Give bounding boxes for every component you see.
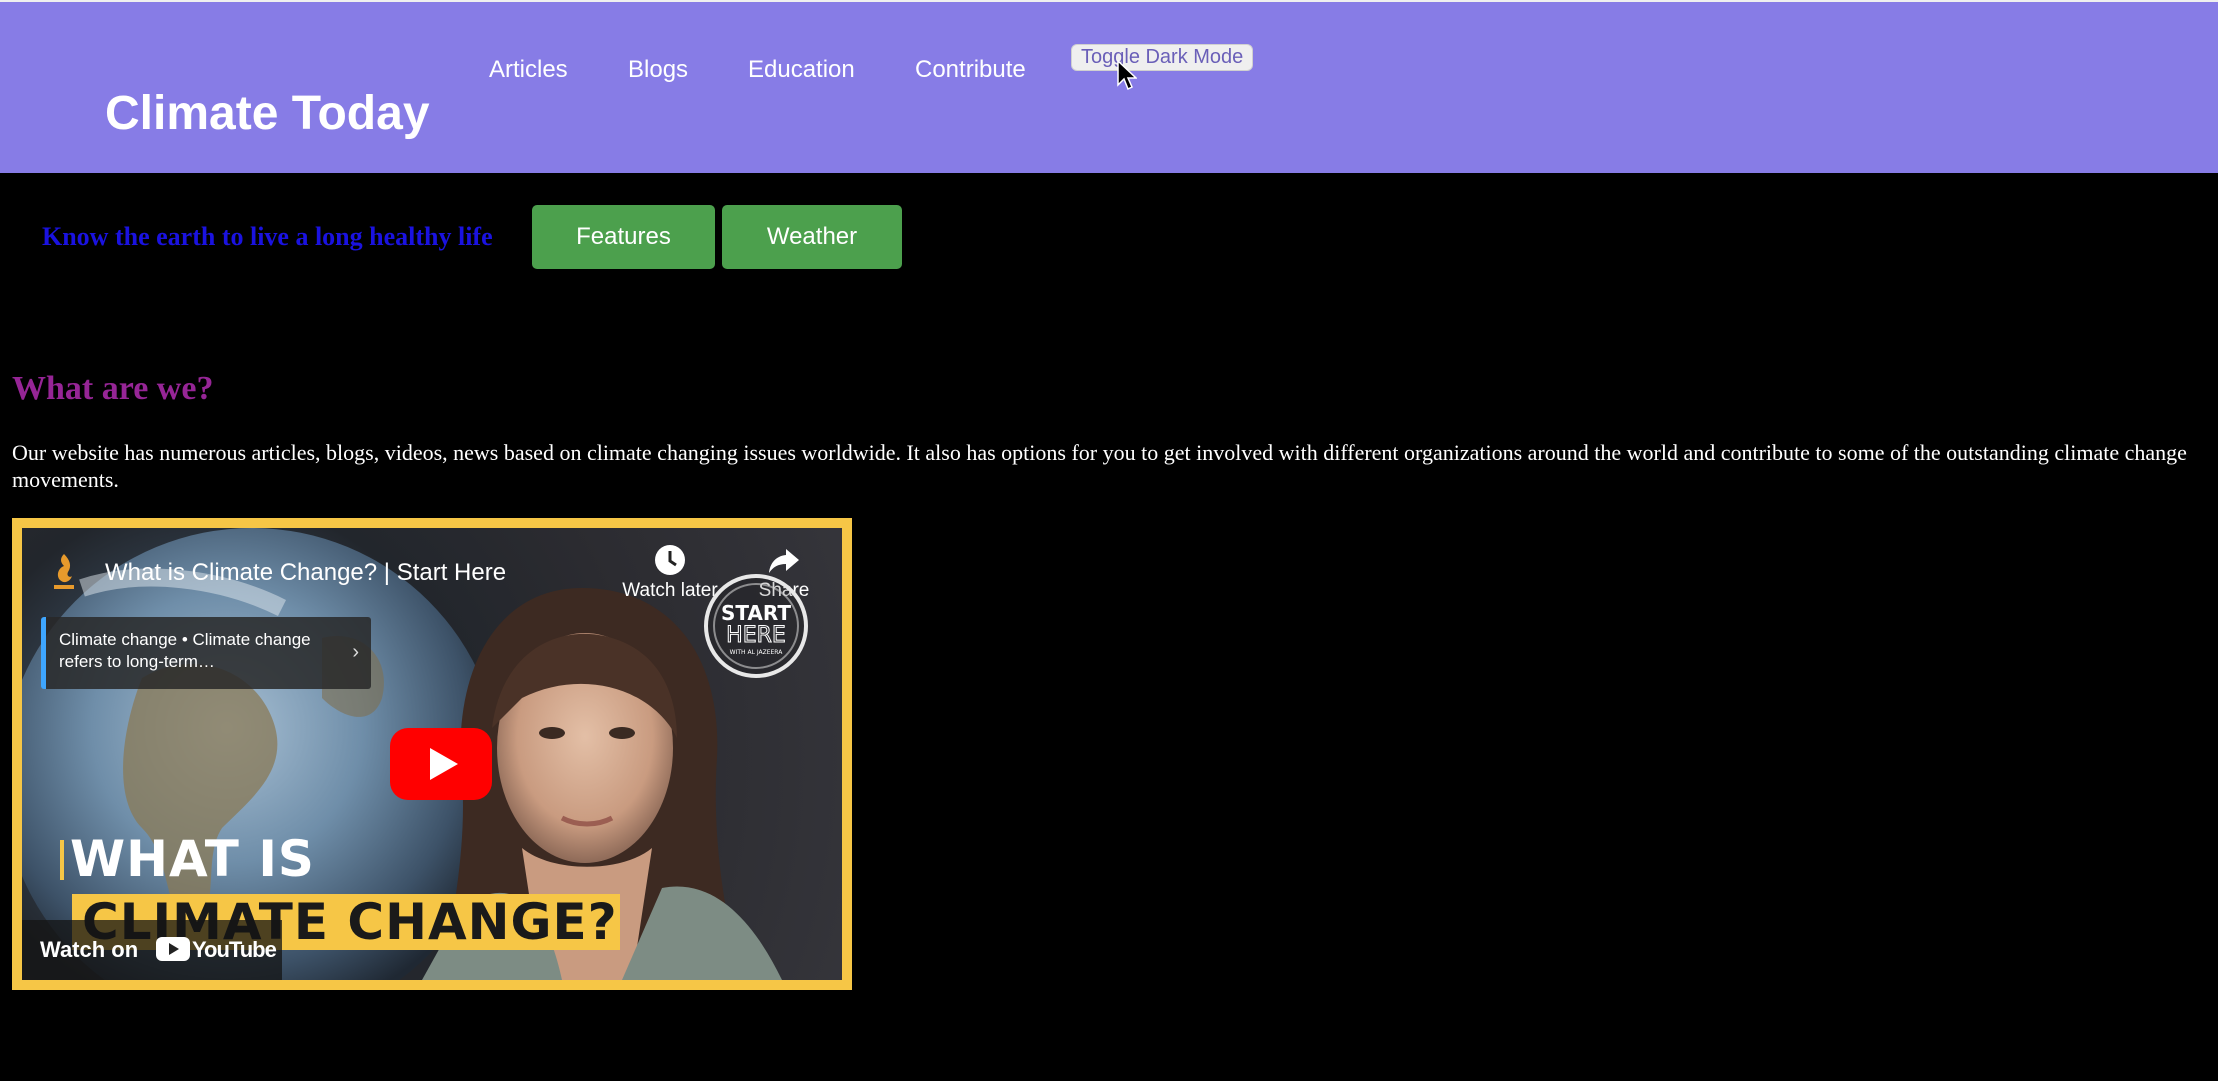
nav-blogs[interactable]: Blogs (628, 55, 688, 85)
video-thumbnail[interactable]: What is Climate Change? | Start Here Wat… (22, 528, 842, 980)
nav-education[interactable]: Education (748, 55, 855, 85)
start-here-line1: START (721, 601, 791, 625)
features-button[interactable]: Features (532, 205, 715, 269)
start-here-badge: START HERE WITH AL JAZEERA (704, 574, 808, 678)
about-heading: What are we? (12, 370, 214, 407)
nav-contribute[interactable]: Contribute (915, 55, 1026, 85)
chevron-right-icon: › (352, 641, 359, 663)
nav-articles[interactable]: Articles (489, 55, 568, 85)
info-card[interactable]: Climate change • Climate change refers t… (41, 617, 371, 689)
watch-on-label: Watch on (40, 937, 139, 962)
cursor-icon (1117, 60, 1137, 91)
page: Climate Today Articles Blogs Education C… (0, 0, 2218, 1081)
video-title[interactable]: What is Climate Change? | Start Here (105, 558, 506, 588)
site-header: Climate Today Articles Blogs Education C… (0, 0, 2218, 173)
youtube-logo-icon (156, 937, 190, 961)
info-card-text: Climate change • Climate change refers t… (59, 630, 311, 671)
watch-on-youtube-button[interactable]: Watch on YouTube (22, 920, 282, 980)
youtube-wordmark: YouTube (192, 937, 277, 962)
clock-icon (655, 545, 685, 575)
tagline: Know the earth to live a long healthy li… (42, 222, 493, 251)
weather-button[interactable]: Weather (722, 205, 902, 269)
play-icon[interactable] (390, 728, 492, 800)
video-embed[interactable]: What is Climate Change? | Start Here Wat… (12, 518, 852, 990)
channel-logo-icon[interactable] (50, 552, 78, 592)
caption-accent-bar (60, 840, 64, 880)
caption-line-1: WHAT IS (70, 830, 315, 888)
toggle-dark-mode-button[interactable]: Toggle Dark Mode (1071, 44, 1254, 71)
start-here-line2: HERE (726, 623, 786, 648)
about-text: Our website has numerous articles, blogs… (12, 440, 2187, 492)
site-title: Climate Today (105, 87, 430, 140)
start-here-line3: WITH AL JAZEERA (730, 649, 784, 656)
